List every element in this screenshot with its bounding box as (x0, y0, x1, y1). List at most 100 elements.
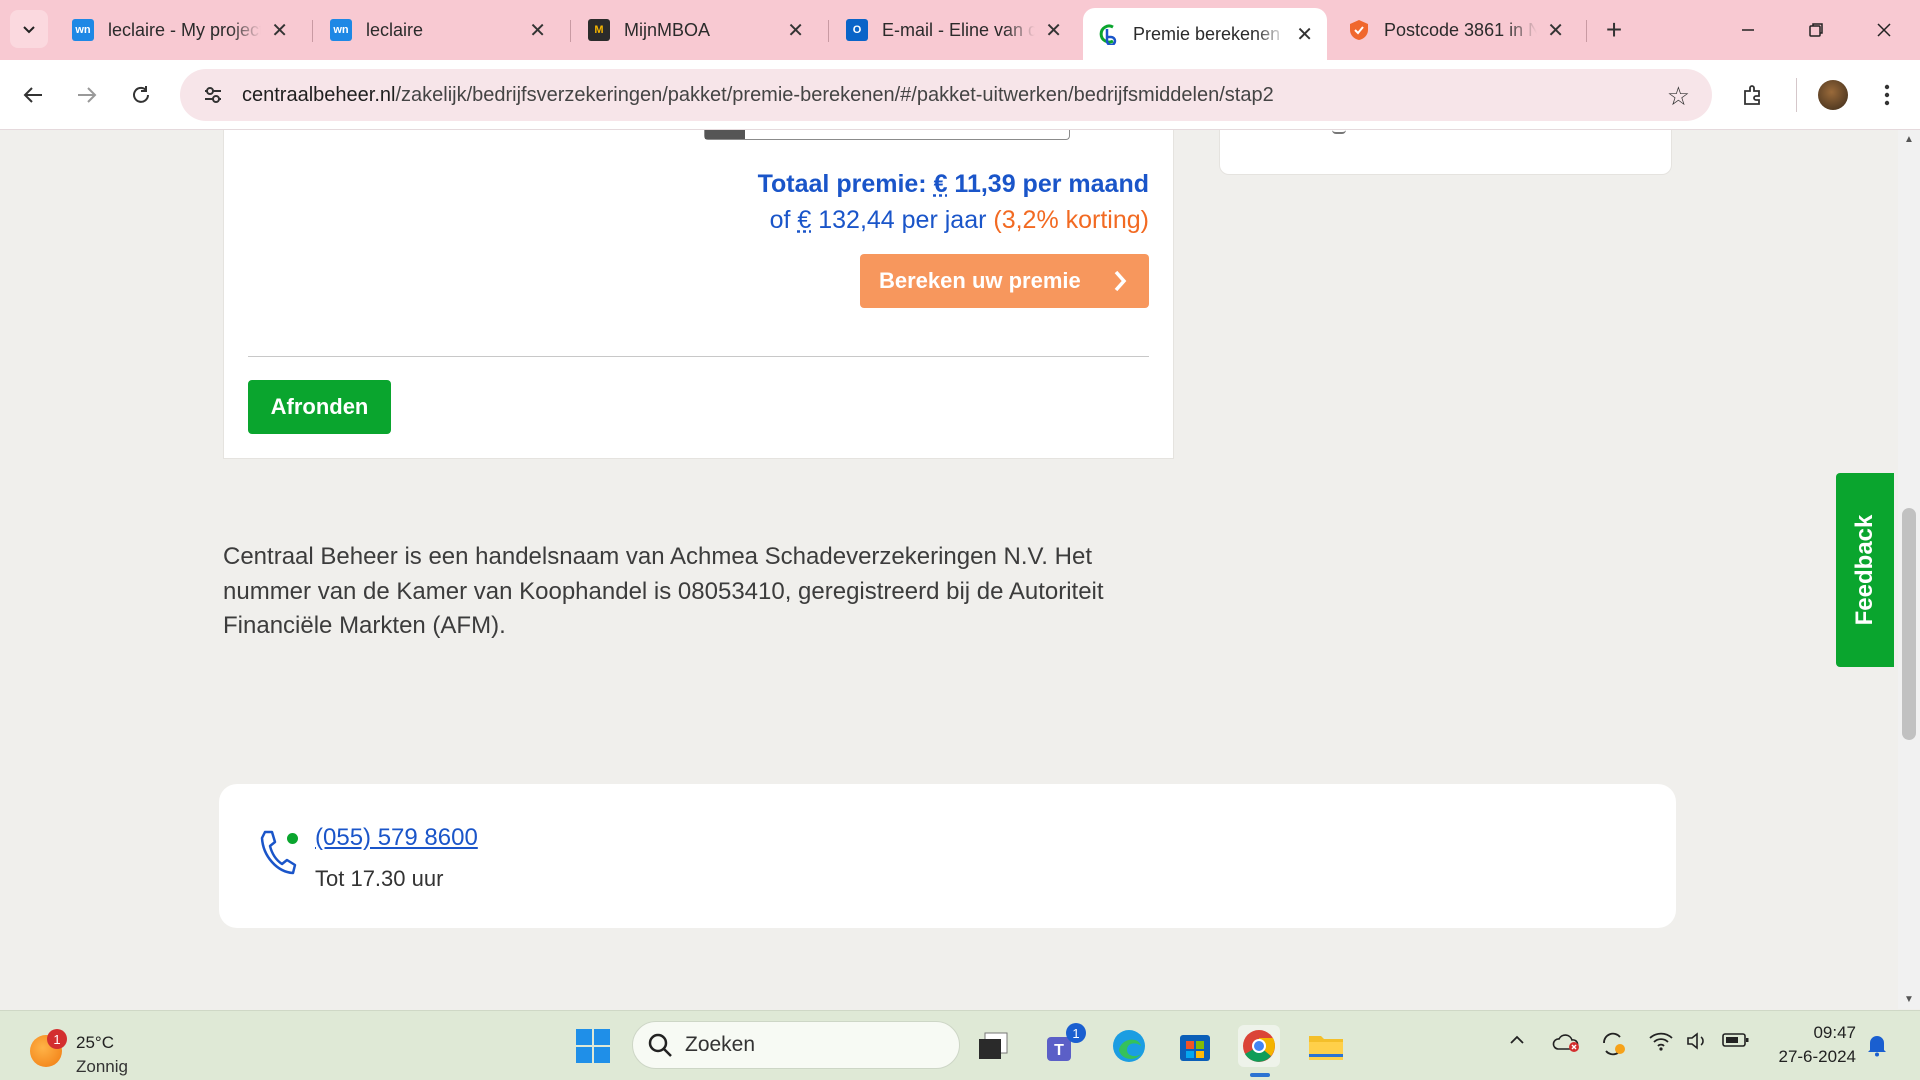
chrome-button[interactable] (1238, 1025, 1280, 1067)
arrow-right-icon (78, 87, 97, 103)
avatar (1818, 80, 1848, 110)
total-premium-monthly: Totaal premie: € 11,39 per maand (553, 170, 1149, 199)
calculate-premium-button[interactable]: Bereken uw premie (860, 254, 1149, 308)
close-icon[interactable]: ✕ (1547, 18, 1564, 43)
close-icon[interactable]: ✕ (1045, 18, 1062, 43)
more-vertical-icon (1884, 84, 1890, 106)
speaker-icon (1687, 1032, 1704, 1050)
menu-button[interactable] (1868, 76, 1906, 114)
minimize-button[interactable] (1724, 10, 1772, 50)
close-icon[interactable]: ✕ (529, 18, 546, 43)
reload-icon (133, 86, 149, 103)
finish-label: Afronden (270, 394, 369, 419)
start-button[interactable] (572, 1025, 614, 1067)
onedrive-tray-button[interactable] (1552, 1031, 1582, 1059)
scroll-up-arrow-icon[interactable]: ▲ (1898, 134, 1920, 145)
tab-leclaire[interactable]: wn leclaire ✕ (316, 10, 560, 50)
windows-logo-icon (576, 1029, 610, 1063)
tab-separator (1586, 20, 1587, 42)
scrollbar-thumb[interactable] (1902, 508, 1916, 740)
euro-symbol: € (933, 170, 948, 198)
year-prefix: of (769, 206, 798, 234)
teams-badge: 1 (1066, 1023, 1086, 1043)
chevron-down-icon (23, 26, 35, 34)
euro-symbol: € (797, 206, 812, 234)
reload-button[interactable] (122, 76, 160, 114)
calculate-premium-label: Bereken uw premie (879, 268, 1081, 293)
tab-postcode[interactable]: Postcode 3861 in N ✕ (1334, 10, 1578, 50)
tab-email[interactable]: O E-mail - Eline van de ✕ (832, 10, 1076, 50)
bell-icon (1868, 1036, 1886, 1057)
store-button[interactable] (1174, 1025, 1216, 1067)
minimize-icon (1742, 29, 1754, 31)
tab-separator (570, 20, 571, 42)
page-scrollbar[interactable]: ▲ ▼ (1898, 130, 1920, 1009)
address-bar[interactable]: centraalbeheer.nl/zakelijk/bedrijfsverze… (180, 69, 1712, 121)
feedback-label: Feedback (1851, 514, 1878, 626)
restore-button[interactable] (1792, 10, 1840, 50)
extensions-button[interactable] (1734, 76, 1772, 114)
feedback-tab[interactable]: Feedback (1836, 473, 1894, 667)
sync-tray-button[interactable] (1600, 1031, 1628, 1063)
tab-label: leclaire - My project (108, 19, 262, 40)
url-text[interactable]: centraalbeheer.nl/zakelijk/bedrijfsverze… (242, 84, 1274, 107)
close-window-button[interactable] (1860, 10, 1908, 50)
bookmark-star-icon[interactable]: ☆ (1667, 81, 1690, 112)
total-premium-yearly: of € 132,44 per jaar (3,2% korting) (553, 206, 1149, 235)
svg-text:T: T (1054, 1042, 1064, 1059)
section-divider (248, 356, 1149, 357)
battery-icon (1722, 1033, 1749, 1047)
close-icon[interactable]: ✕ (271, 18, 288, 43)
wifi-icon (1649, 1032, 1673, 1051)
profile-button[interactable] (1814, 76, 1852, 114)
cloud-error-icon (1552, 1034, 1579, 1052)
wifi-tray-button[interactable] (1648, 1031, 1674, 1057)
site-info-icon[interactable] (188, 84, 238, 106)
tab-search-button[interactable] (10, 10, 48, 48)
total-amount: 11,39 per maand (947, 170, 1149, 198)
scroll-down-arrow-icon[interactable]: ▼ (1898, 994, 1920, 1005)
url-path: /zakelijk/bedrijfsverzekeringen/pakket/p… (395, 83, 1274, 106)
file-explorer-button[interactable] (1305, 1025, 1347, 1067)
chrome-icon (1243, 1030, 1275, 1062)
active-app-indicator (1250, 1073, 1270, 1077)
close-icon (1877, 23, 1891, 37)
forward-button[interactable] (68, 76, 106, 114)
weather-condition: Zonnig (76, 1057, 128, 1076)
tab-label: Postcode 3861 in N (1384, 19, 1538, 40)
search-icon (648, 1033, 672, 1057)
clock-time: 09:47 (1813, 1023, 1856, 1042)
plus-icon: + (1605, 14, 1623, 45)
edge-button[interactable] (1108, 1025, 1150, 1067)
new-tab-button[interactable]: + (1596, 12, 1632, 48)
show-hidden-icons-button[interactable] (1508, 1031, 1526, 1055)
discount-text: (3,2% korting) (993, 206, 1149, 234)
close-icon[interactable]: ✕ (1296, 22, 1313, 47)
tab-label: MijnMBOA (624, 19, 711, 40)
centraal-beheer-favicon-icon (1097, 23, 1119, 45)
sync-icon (1603, 1032, 1625, 1056)
tab-premie-berekenen[interactable]: Premie berekenen ✕ (1083, 8, 1327, 60)
back-button[interactable] (14, 76, 52, 114)
url-host: centraalbeheer.nl (242, 83, 396, 106)
total-label: Totaal premie: (757, 170, 934, 198)
tab-mijnmboa[interactable]: M MijnMBOA ✕ (574, 10, 818, 50)
side-summary-card (1219, 130, 1672, 175)
volume-tray-button[interactable] (1686, 1031, 1710, 1057)
folder-icon (1309, 1036, 1343, 1060)
outlook-favicon-icon: O (846, 19, 868, 41)
teams-button[interactable]: T 1 (1042, 1023, 1086, 1067)
tab-leclaire-project[interactable]: wn leclaire - My project ✕ (58, 10, 302, 50)
clock-date: 27-6-2024 (1778, 1047, 1856, 1066)
phone-number-link[interactable]: (055) 579 8600 (315, 824, 478, 852)
year-amount: 132,44 per jaar (811, 206, 994, 234)
notifications-button[interactable] (1866, 1033, 1888, 1063)
task-view-button[interactable] (972, 1025, 1014, 1067)
dropdown-select[interactable] (704, 130, 1070, 140)
browser-tab-bar: wn leclaire - My project ✕ wn leclaire ✕… (0, 0, 1920, 60)
battery-tray-button[interactable] (1722, 1031, 1750, 1055)
finish-button[interactable]: Afronden (248, 380, 391, 434)
close-icon[interactable]: ✕ (787, 18, 804, 43)
system-clock[interactable]: 09:47 27-6-2024 (1768, 1021, 1856, 1069)
taskbar-search[interactable]: Zoeken (632, 1021, 960, 1069)
